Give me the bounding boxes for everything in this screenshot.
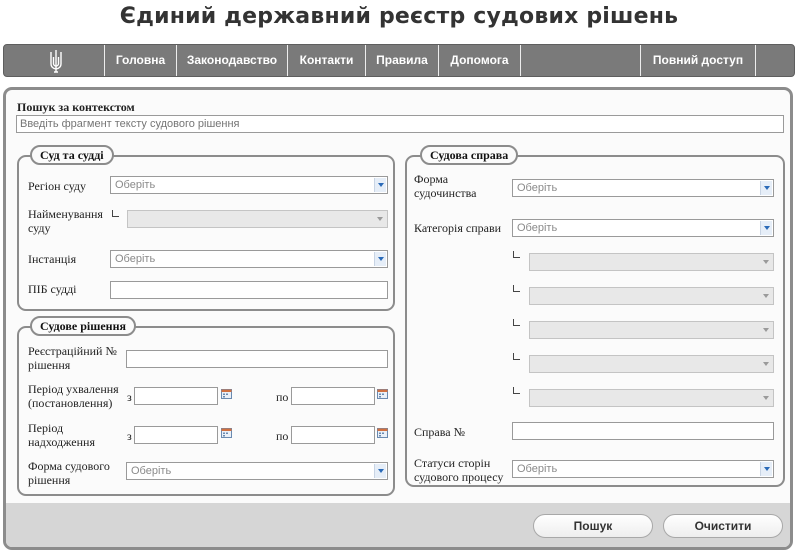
chevron-down-icon: [374, 178, 386, 192]
decision-form-select-value: Оберіть: [131, 465, 172, 477]
region-label: Регіон суду: [28, 179, 87, 193]
adopt-from-label: з: [127, 390, 132, 404]
calendar-icon[interactable]: [221, 388, 232, 399]
chevron-down-icon: [374, 464, 386, 478]
receive-to-input[interactable]: [291, 426, 375, 444]
context-search-label: Пошук за контекстом: [17, 100, 135, 114]
main-nav: Головна Законодавство Контакти Правила Д…: [3, 44, 795, 77]
judge-label: ПІБ судді: [28, 282, 77, 296]
category-label: Категорія справи: [414, 221, 502, 235]
nav-spacer: [520, 45, 640, 76]
nav-item-home[interactable]: Головна: [104, 45, 176, 76]
case-number-label: Справа №: [414, 425, 466, 439]
calendar-icon[interactable]: [377, 427, 388, 438]
region-select-value: Оберіть: [115, 179, 156, 191]
chevron-down-icon: [374, 212, 386, 226]
region-select[interactable]: Оберіть: [110, 176, 388, 194]
receive-from-label: з: [127, 429, 132, 443]
instance-select[interactable]: Оберіть: [110, 250, 388, 268]
search-button[interactable]: Пошук: [533, 514, 653, 538]
adopt-to-label: по: [276, 390, 289, 404]
chevron-down-icon: [760, 323, 772, 337]
page-title: Єдиний державний реєстр судових рішень: [119, 4, 679, 29]
calendar-icon[interactable]: [377, 388, 388, 399]
chevron-down-icon: [760, 462, 772, 476]
nav-spacer-end: [755, 45, 794, 76]
subcategory-select-5[interactable]: [529, 389, 774, 407]
receive-to-label: по: [276, 429, 289, 443]
tree-branch-icon: [513, 319, 520, 326]
subcategory-select-4[interactable]: [529, 355, 774, 373]
nav-item-contacts[interactable]: Контакти: [287, 45, 365, 76]
case-legend: Судова справа: [420, 145, 519, 165]
nav-logo-cell[interactable]: [4, 45, 104, 76]
category-select-value: Оберіть: [517, 222, 558, 234]
decision-form-label: Форма судового рішення: [28, 459, 110, 487]
chevron-down-icon: [760, 221, 772, 235]
tree-branch-icon: [513, 285, 520, 292]
chevron-down-icon: [760, 181, 772, 195]
adopt-period-label: Період ухвалення (постановлення): [28, 382, 119, 410]
party-status-select[interactable]: Оберіть: [512, 460, 774, 478]
proc-form-select[interactable]: Оберіть: [512, 179, 774, 197]
nav-item-full-access[interactable]: Повний доступ: [640, 45, 755, 76]
case-number-input[interactable]: [512, 422, 774, 440]
adopt-from-input[interactable]: [134, 387, 218, 405]
tree-branch-icon: [513, 251, 520, 258]
court-legend: Суд та судді: [30, 145, 114, 165]
party-status-label: Статуси сторін судового процесу: [414, 456, 504, 484]
subcategory-select-1[interactable]: [529, 253, 774, 271]
decision-form-select[interactable]: Оберіть: [126, 462, 388, 480]
tree-branch-icon: [513, 353, 520, 360]
chevron-down-icon: [760, 289, 772, 303]
subcategory-select-3[interactable]: [529, 321, 774, 339]
court-name-label: Найменування суду: [28, 207, 103, 235]
reg-number-input[interactable]: [126, 350, 388, 368]
trident-icon: [50, 50, 62, 73]
context-search-input[interactable]: [16, 115, 784, 133]
instance-label: Інстанція: [28, 252, 77, 266]
proc-form-label: Форма судочинства: [414, 172, 477, 200]
decision-legend: Судове рішення: [30, 316, 136, 336]
search-panel: Пошук за контекстом Суд та судді Регіон …: [3, 87, 793, 550]
receive-period-label: Період надходження: [28, 421, 95, 449]
category-select[interactable]: Оберіть: [512, 219, 774, 237]
nav-item-help[interactable]: Допомога: [438, 45, 520, 76]
chevron-down-icon: [760, 255, 772, 269]
subcategory-select-2[interactable]: [529, 287, 774, 305]
instance-select-value: Оберіть: [115, 253, 156, 265]
clear-button[interactable]: Очистити: [663, 514, 783, 538]
chevron-down-icon: [760, 391, 772, 405]
chevron-down-icon: [374, 252, 386, 266]
judge-input[interactable]: [110, 281, 388, 299]
tree-branch-icon: [513, 387, 520, 394]
reg-number-label: Реєстраційний № рішення: [28, 344, 117, 372]
calendar-icon[interactable]: [221, 427, 232, 438]
receive-from-input[interactable]: [134, 426, 218, 444]
adopt-to-input[interactable]: [291, 387, 375, 405]
nav-item-rules[interactable]: Правила: [365, 45, 438, 76]
chevron-down-icon: [760, 357, 772, 371]
party-status-select-value: Оберіть: [517, 463, 558, 475]
court-name-select[interactable]: [127, 210, 388, 228]
nav-item-legislation[interactable]: Законодавство: [176, 45, 287, 76]
tree-branch-icon: [112, 210, 119, 217]
proc-form-select-value: Оберіть: [517, 182, 558, 194]
